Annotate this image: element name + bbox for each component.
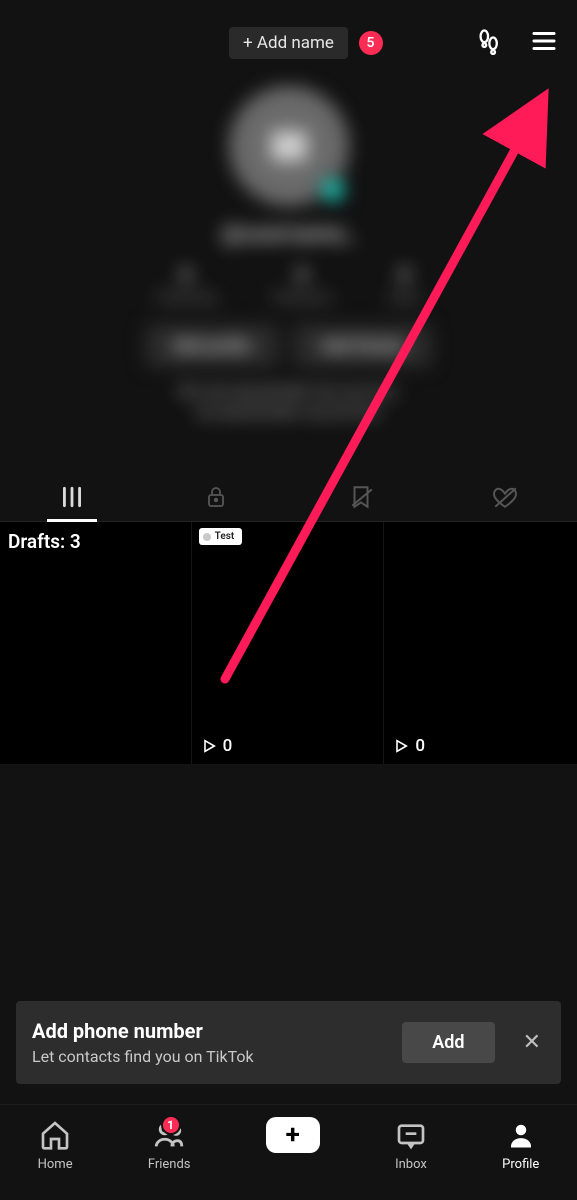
prompt-text: Add phone number Let contacts find you o… <box>32 1019 390 1066</box>
profile-buttons: Edit profile Add friends <box>145 324 431 367</box>
nav-create[interactable]: + <box>266 1117 320 1153</box>
nav-inbox[interactable]: Inbox <box>395 1117 427 1172</box>
bottom-nav: Home 1 Friends + Inbox Profile <box>0 1104 577 1200</box>
username: @username_ <box>222 222 355 247</box>
add-name-button[interactable]: + Add name <box>229 27 348 59</box>
nav-friends-label: Friends <box>148 1157 191 1172</box>
tab-posts[interactable] <box>0 472 144 521</box>
stat-likes[interactable]: 0Likes <box>388 265 421 306</box>
views-count: 0 <box>201 736 233 756</box>
nav-home-label: Home <box>38 1157 73 1172</box>
add-phone-card: Add phone number Let contacts find you o… <box>16 1001 561 1084</box>
add-button[interactable]: Add <box>402 1022 494 1063</box>
stat-followers[interactable]: 0Followers <box>272 265 332 306</box>
notification-count: 5 <box>367 35 375 51</box>
close-icon[interactable]: ✕ <box>507 1030 545 1055</box>
stat-following[interactable]: 0Following <box>156 265 216 306</box>
add-friends-button[interactable]: Add friends <box>293 324 432 367</box>
grid-cell[interactable]: 0 <box>385 522 577 764</box>
nav-friends[interactable]: 1 Friends <box>148 1117 191 1172</box>
grid-cell[interactable]: Test 0 <box>193 522 385 764</box>
prompt-subtitle: Let contacts find you on TikTok <box>32 1047 390 1066</box>
header-right <box>475 26 559 60</box>
stats-row: 0Following 0Followers 0Likes <box>156 265 421 306</box>
header: + Add name 5 <box>0 14 577 72</box>
notification-badge[interactable]: 5 <box>359 31 383 55</box>
avatar-add-badge[interactable] <box>319 176 347 204</box>
plus-icon: + <box>286 1122 300 1148</box>
camera-icon <box>271 131 307 161</box>
hamburger-menu-icon[interactable] <box>529 26 559 60</box>
add-name-label: + Add name <box>243 33 334 53</box>
test-chip: Test <box>199 528 243 545</box>
tab-private[interactable] <box>144 472 288 521</box>
grid-cell-drafts[interactable]: Drafts: 3 <box>0 522 192 764</box>
nav-profile-label: Profile <box>502 1157 539 1172</box>
create-button: + <box>266 1117 320 1153</box>
nav-home[interactable]: Home <box>38 1117 73 1172</box>
tab-saved[interactable] <box>289 472 433 521</box>
bio: Bio text placeholder line, bio text, bio… <box>179 381 398 423</box>
posts-grid: Drafts: 3 Test 0 0 <box>0 522 577 764</box>
friends-badge: 1 <box>161 1115 181 1135</box>
nav-inbox-label: Inbox <box>395 1157 427 1172</box>
views-count: 0 <box>393 736 425 756</box>
drafts-label: Drafts: 3 <box>8 530 81 553</box>
nav-profile[interactable]: Profile <box>502 1117 539 1172</box>
profile-area: @username_ 0Following 0Followers 0Likes … <box>0 72 577 472</box>
content-tabs <box>0 472 577 522</box>
tab-liked[interactable] <box>433 472 577 521</box>
prompt-title: Add phone number <box>32 1019 390 1043</box>
edit-profile-button[interactable]: Edit profile <box>145 324 278 367</box>
avatar[interactable] <box>229 86 349 206</box>
footprints-icon[interactable] <box>475 27 503 59</box>
